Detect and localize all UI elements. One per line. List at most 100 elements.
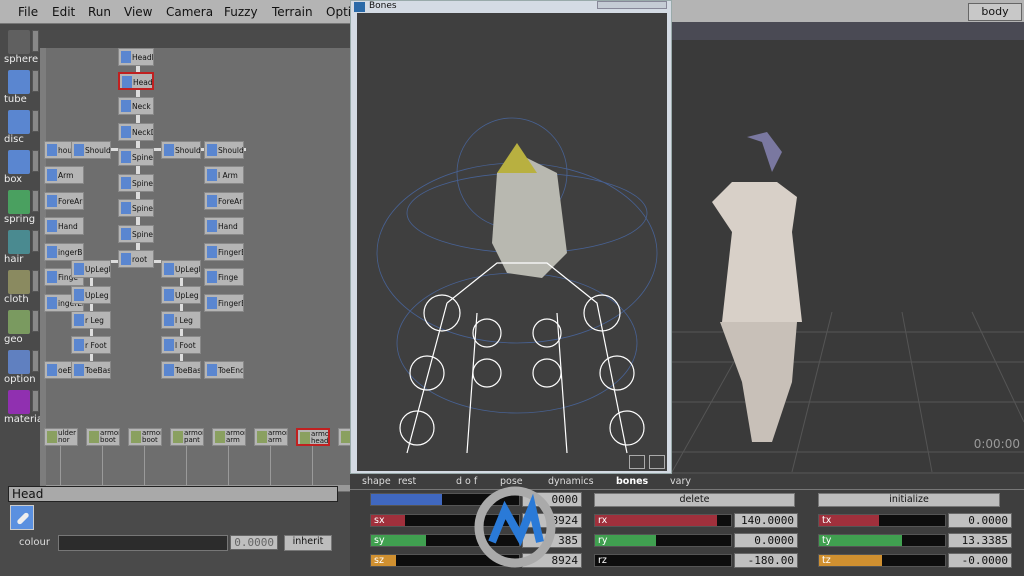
bone-node[interactable]: Neck <box>118 97 154 115</box>
bone-node[interactable]: Spine2 <box>118 148 154 166</box>
tool-geo[interactable]: geo <box>4 310 44 350</box>
tool-tube[interactable]: tube <box>4 70 44 110</box>
ty-slider[interactable]: ty <box>818 534 946 547</box>
bone-node[interactable]: HeadEnd <box>118 48 154 66</box>
tab-rest[interactable]: rest <box>398 476 416 489</box>
tx-slider[interactable]: tx <box>818 514 946 527</box>
bone-node[interactable]: l Arm <box>204 166 244 184</box>
bone-node[interactable]: UpLegDummy <box>71 260 111 278</box>
bone-node[interactable]: root <box>118 250 154 268</box>
bone-node[interactable]: Finge <box>204 268 244 286</box>
bone-node[interactable]: ToeEnd <box>204 361 244 379</box>
tool-option[interactable]: option <box>4 350 44 390</box>
bone-node[interactable]: FingerEnd <box>204 294 244 312</box>
bone-node[interactable]: ForeArm <box>204 192 244 210</box>
bone-node[interactable]: r Foot <box>71 336 111 354</box>
tab-shape[interactable]: shape <box>362 476 391 489</box>
tool-scrollbar[interactable] <box>32 70 39 92</box>
bone-node[interactable]: NeckDummy <box>118 123 154 141</box>
menu-file[interactable]: File <box>18 5 38 19</box>
colour-value[interactable]: 0.0000 <box>230 535 278 550</box>
tx-value[interactable]: 0.0000 <box>948 513 1012 528</box>
eraser-icon[interactable] <box>649 455 665 469</box>
bone-node[interactable]: Head <box>118 72 154 90</box>
bone-node[interactable]: Spine <box>118 199 154 217</box>
tz-value[interactable]: -0.0000 <box>948 553 1012 568</box>
bone-node[interactable]: r Leg <box>71 311 111 329</box>
menu-fuzzy[interactable]: Fuzzy <box>224 5 258 19</box>
bone-node[interactable]: l Leg <box>161 311 201 329</box>
bone-node[interactable]: UpLeg <box>71 286 111 304</box>
tool-scrollbar[interactable] <box>32 310 39 332</box>
bone-node[interactable]: UpLegDummy <box>161 260 201 278</box>
inherit-button[interactable]: inherit <box>284 535 332 551</box>
bone-node[interactable]: Spine1 <box>118 174 154 192</box>
tool-scrollbar[interactable] <box>32 190 39 212</box>
tz-slider[interactable]: tz <box>818 554 946 567</box>
tab-vary[interactable]: vary <box>670 476 691 489</box>
tool-material[interactable]: material <box>4 390 46 430</box>
bone-node[interactable]: Arm <box>44 166 84 184</box>
tool-spring[interactable]: spring <box>4 190 44 230</box>
menu-view[interactable]: View <box>124 5 152 19</box>
menu-run[interactable]: Run <box>88 5 111 19</box>
armor-node[interactable]: armor head <box>296 428 330 446</box>
armor-node[interactable]: armor boot <box>128 428 162 446</box>
bone-node[interactable]: ShoulderDummy <box>71 141 111 159</box>
armor-node[interactable]: ulder nor <box>44 428 78 446</box>
tool-scrollbar[interactable] <box>32 110 39 132</box>
armor-node[interactable]: armor boot <box>86 428 120 446</box>
ry-slider[interactable]: ry <box>594 534 732 547</box>
rz-slider[interactable]: rz <box>594 554 732 567</box>
tool-hair[interactable]: hair <box>4 230 44 270</box>
bone-node[interactable]: Hand <box>204 217 244 235</box>
delete-button[interactable]: delete <box>594 493 795 507</box>
menu-terrain[interactable]: Terrain <box>272 5 313 19</box>
menu-camera[interactable]: Camera <box>166 5 213 19</box>
3d-viewport[interactable]: 0:00:00 <box>672 22 1024 472</box>
rz-value[interactable]: -180.00 <box>734 553 798 568</box>
colour-slider[interactable] <box>58 535 228 551</box>
tab-bones[interactable]: bones <box>616 476 648 489</box>
tool-scrollbar[interactable] <box>32 230 39 252</box>
rx-value[interactable]: 140.0000 <box>734 513 798 528</box>
tube-icon[interactable] <box>10 505 34 530</box>
bone-node[interactable]: Hand <box>44 217 84 235</box>
bone-node[interactable]: ingerBase <box>44 243 84 261</box>
bone-node[interactable]: ToeBase <box>161 361 201 379</box>
sx-label: sx <box>374 515 385 526</box>
menu-opti[interactable]: Opti <box>326 5 351 19</box>
bone-node[interactable]: l Foot <box>161 336 201 354</box>
bones-viewport[interactable] <box>357 13 667 471</box>
tool-scrollbar[interactable] <box>32 270 39 292</box>
body-selector[interactable]: body <box>968 3 1022 21</box>
tool-scrollbar[interactable] <box>32 350 39 372</box>
armor-node[interactable]: armor pant <box>170 428 204 446</box>
tool-box[interactable]: box <box>4 150 44 190</box>
tool-disc[interactable]: disc <box>4 110 44 150</box>
window-controls[interactable] <box>597 1 667 9</box>
tool-scrollbar[interactable] <box>32 30 39 52</box>
menu-edit[interactable]: Edit <box>52 5 75 19</box>
initialize-button[interactable]: initialize <box>818 493 1000 507</box>
bone-label: ToeBase <box>175 366 201 375</box>
bone-node[interactable]: ForeArm <box>44 192 84 210</box>
ry-value[interactable]: 0.0000 <box>734 533 798 548</box>
bone-node[interactable]: ShoulderDummy <box>161 141 201 159</box>
tool-sphere[interactable]: sphere <box>4 30 44 70</box>
tool-cloth[interactable]: cloth <box>4 270 44 310</box>
bone-graph[interactable]: HeadEnd Head Neck NeckDummy Spine2 Spine1 Spin… <box>40 48 372 492</box>
bone-node[interactable]: FingerBase <box>204 243 244 261</box>
bone-node[interactable]: Shoulder <box>204 141 244 159</box>
bone-node[interactable]: SpineDummy <box>118 225 154 243</box>
armor-node[interactable]: armor arm <box>212 428 246 446</box>
bone-node[interactable]: ToeBase <box>71 361 111 379</box>
rx-slider[interactable]: rx <box>594 514 732 527</box>
ty-value[interactable]: 13.3385 <box>948 533 1012 548</box>
armor-node[interactable]: armor arm <box>254 428 288 446</box>
tool-scrollbar[interactable] <box>32 150 39 172</box>
tool-scrollbar[interactable] <box>32 390 39 412</box>
copy-icon[interactable] <box>629 455 645 469</box>
name-field[interactable]: Head <box>8 486 338 502</box>
bone-node[interactable]: UpLeg <box>161 286 201 304</box>
